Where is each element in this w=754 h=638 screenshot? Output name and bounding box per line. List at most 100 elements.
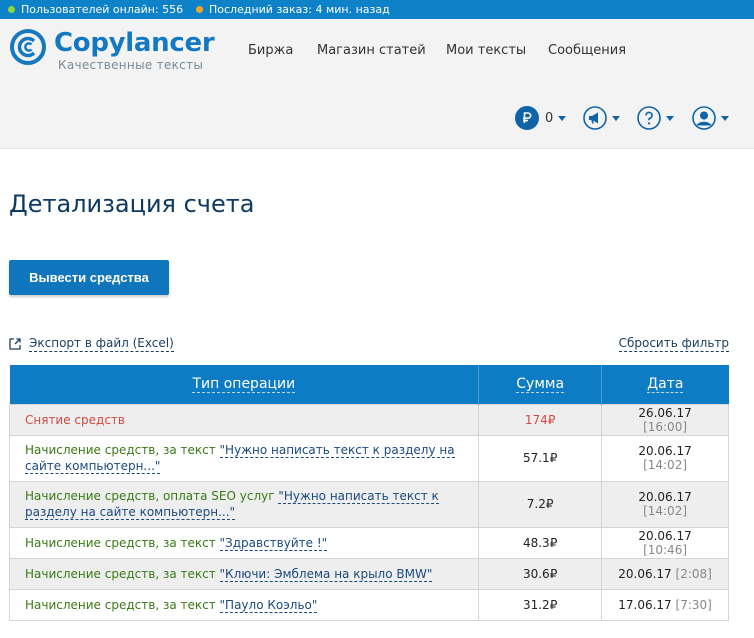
last-order-stat: Последний заказ: 4 мин. назад: [196, 0, 390, 19]
amount-cell: 31.2₽: [478, 588, 603, 621]
header: Copylancer Качественные тексты Биржа Маг…: [0, 19, 754, 149]
users-online-text: Пользователей онлайн: 556: [21, 3, 184, 16]
nav-item-article-store-label: Магазин статей: [317, 43, 426, 58]
date-value: 20.06.17: [638, 490, 692, 504]
chevron-down-icon: [666, 115, 674, 121]
users-online-stat: Пользователей онлайн: 556: [8, 0, 183, 19]
page-title: Детализация счета: [9, 190, 255, 218]
amount-cell: 7.2₽: [478, 480, 603, 528]
text-link[interactable]: "Ключи: Эмблема на крыло BMW": [219, 566, 433, 582]
date-value: 26.06.17: [638, 405, 692, 420]
date-cell: 20.06.17 [14:02]: [601, 434, 729, 482]
text-link[interactable]: "Пауло Коэльо": [219, 597, 318, 613]
date-cell: 17.06.17 [7:30]: [601, 588, 729, 621]
export-icon: [9, 338, 21, 350]
operation-type: Начисление средств, за текст: [25, 566, 216, 581]
nav-item-exchange[interactable]: Биржа: [248, 43, 293, 58]
nav-item-messages[interactable]: Сообщения: [548, 43, 626, 58]
amount-value: 174: [524, 412, 548, 427]
operations-table: Тип операции Сумма Дата Снятие средств 1…: [8, 365, 729, 621]
table-row: Начисление средств, оплата SEO услуг "Ну…: [8, 480, 729, 528]
nav-item-my-texts-label: Мои тексты: [446, 43, 527, 58]
amount-value: 48.3: [522, 535, 550, 550]
chevron-down-icon: [558, 115, 567, 121]
chevron-down-icon: [721, 115, 729, 121]
currency-symbol: ₽: [549, 566, 558, 581]
time-value: [16:00]: [643, 419, 688, 434]
chevron-down-icon: [612, 115, 620, 121]
amount-cell: 30.6₽: [478, 557, 603, 590]
operation-type: Начисление средств, за текст: [25, 535, 216, 550]
nav-item-messages-label: Сообщения: [548, 43, 627, 58]
column-header-amount-label: Сумма: [516, 375, 565, 393]
user-icon: [692, 106, 716, 130]
date-value: 17.06.17: [618, 597, 672, 612]
date-cell: 20.06.17 [10:46]: [601, 526, 729, 559]
brand-tagline: Качественные тексты: [58, 58, 204, 72]
date-cell: 20.06.17 [14:02]: [601, 480, 729, 528]
amount-value: 57.1: [522, 451, 550, 465]
ruble-icon: [515, 106, 539, 130]
order-dot-icon: [196, 6, 203, 13]
operation-type: Начисление средств, оплата SEO услуг: [25, 489, 275, 503]
export-excel-link[interactable]: Экспорт в файл (Excel): [9, 336, 174, 352]
amount-value: 31.2: [522, 597, 550, 612]
brand-name: Copylancer: [54, 28, 215, 58]
operation-type-cell: Снятие средств: [8, 403, 480, 436]
online-dot-icon: [8, 6, 15, 13]
balance-menu[interactable]: 0: [515, 104, 567, 132]
nav-item-exchange-label: Биржа: [248, 43, 294, 58]
operation-type-cell: Начисление средств, оплата SEO услуг "Ну…: [8, 480, 480, 528]
currency-symbol: ₽: [549, 535, 558, 550]
time-value: [7:30]: [675, 597, 712, 612]
reset-filter-link[interactable]: Сбросить фильтр: [618, 336, 729, 352]
date-value: 20.06.17: [638, 528, 692, 543]
profile-menu[interactable]: [692, 104, 729, 132]
amount-cell: 57.1₽: [478, 434, 603, 482]
column-header-date[interactable]: Дата: [601, 365, 729, 404]
time-value: [10:46]: [643, 542, 688, 557]
amount-value: 7.2: [526, 497, 546, 511]
amount-value: 30.6: [522, 566, 550, 581]
table-row: Снятие средств 174₽ 26.06.17 [16:00]: [8, 403, 729, 436]
column-header-type-label: Тип операции: [192, 375, 296, 393]
column-header-amount[interactable]: Сумма: [478, 365, 603, 404]
export-excel-label: Экспорт в файл (Excel): [29, 336, 174, 352]
operation-type: Снятие средств: [25, 412, 125, 427]
help-menu[interactable]: [637, 104, 674, 132]
date-cell: 20.06.17 [2:08]: [601, 557, 729, 590]
megaphone-icon: [583, 106, 607, 130]
currency-symbol: ₽: [549, 597, 558, 612]
time-value: [14:02]: [643, 458, 688, 472]
date-value: 20.06.17: [638, 444, 692, 458]
withdraw-funds-button[interactable]: Вывести средства: [9, 260, 169, 295]
date-cell: 26.06.17 [16:00]: [601, 403, 729, 436]
text-link[interactable]: "Здравствуйте !": [219, 535, 328, 551]
nav-item-my-texts[interactable]: Мои тексты: [446, 43, 526, 58]
operation-type-cell: Начисление средств, за текст "Пауло Коэл…: [8, 588, 480, 621]
time-value: [14:02]: [643, 504, 688, 518]
operation-type-cell: Начисление средств, за текст "Ключи: Эмб…: [8, 557, 480, 590]
copylancer-logo-icon: [10, 29, 46, 65]
table-row: Начисление средств, за текст "Пауло Коэл…: [8, 588, 729, 621]
nav-item-article-store[interactable]: Магазин статей: [317, 43, 426, 58]
user-toolbar: 0: [0, 104, 754, 132]
amount-cell: 48.3₽: [478, 526, 603, 559]
operation-type-cell: Начисление средств, за текст "Здравствуй…: [8, 526, 480, 559]
time-value: [2:08]: [675, 566, 712, 581]
help-icon: [637, 106, 661, 130]
balance-value: 0: [545, 110, 554, 126]
amount-cell: 174₽: [478, 403, 603, 436]
currency-symbol: ₽: [545, 497, 554, 511]
operation-type: Начисление средств, за текст: [25, 597, 216, 612]
table-row: Начисление средств, за текст "Ключи: Эмб…: [8, 557, 729, 590]
status-bar: Пользователей онлайн: 556 Последний зака…: [0, 0, 754, 19]
logo[interactable]: Copylancer Качественные тексты: [10, 28, 215, 72]
announcements-menu[interactable]: [583, 104, 620, 132]
table-row: Начисление средств, за текст "Здравствуй…: [8, 526, 729, 559]
table-row: Начисление средств, за текст "Нужно напи…: [8, 434, 729, 482]
date-value: 20.06.17: [618, 566, 672, 581]
column-header-type[interactable]: Тип операции: [9, 365, 480, 404]
currency-symbol: ₽: [547, 412, 556, 427]
operation-type: Начисление средств, за текст: [25, 443, 216, 457]
